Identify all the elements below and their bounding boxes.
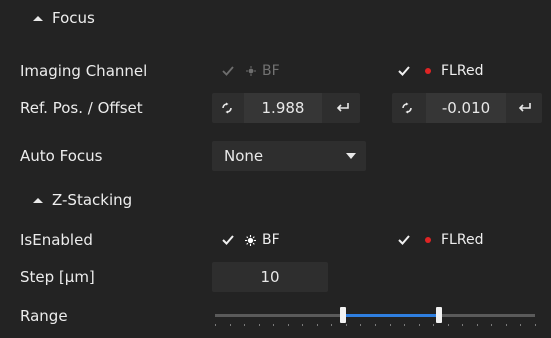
auto-focus-selected: None	[224, 147, 264, 165]
slider-tick	[418, 324, 420, 326]
flred-channel-label: FLRed	[441, 63, 484, 79]
slider-tick	[229, 324, 231, 326]
focus-section-title: Focus	[52, 9, 95, 27]
zstack-section-header[interactable]: Z-Stacking	[0, 182, 551, 218]
ref-pos-label: Ref. Pos. / Offset	[20, 99, 143, 117]
flred-channel-icon	[425, 68, 431, 74]
slider-tick	[287, 324, 289, 326]
bf-channel-icon	[245, 235, 256, 246]
caret-up-icon	[33, 197, 43, 203]
bf-channel-label: BF	[262, 63, 280, 79]
ref-apply-button[interactable]	[330, 93, 356, 123]
slider-tick	[273, 324, 275, 326]
slider-tick	[258, 324, 260, 326]
slider-tick	[491, 324, 493, 326]
ref-pos-row: Ref. Pos. / Offset 1.988 -0.010	[0, 89, 551, 127]
offset-sync-button[interactable]	[394, 93, 420, 123]
zstack-flred-checkbox[interactable]	[397, 233, 411, 247]
slider-tick	[433, 324, 435, 326]
range-row: Range	[0, 297, 551, 335]
return-icon	[336, 103, 349, 112]
range-slider-fill	[343, 314, 439, 317]
flred-channel-icon	[425, 237, 431, 243]
zstack-section-title: Z-Stacking	[52, 191, 133, 209]
slider-tick	[215, 324, 216, 326]
chevron-down-icon	[346, 153, 356, 159]
ref-pos-input[interactable]: 1.988	[244, 93, 322, 123]
offset-field-group: -0.010	[392, 93, 542, 123]
auto-focus-dropdown[interactable]: None	[212, 141, 366, 171]
flred-checkbox[interactable]	[397, 64, 411, 78]
slider-tick	[316, 324, 318, 326]
focus-section-header[interactable]: Focus	[0, 0, 551, 36]
step-row: Step [µm] 10	[0, 258, 551, 296]
auto-focus-row: Auto Focus None	[0, 137, 551, 175]
slider-tick	[302, 324, 304, 326]
range-label: Range	[20, 307, 68, 325]
slider-tick	[389, 324, 391, 326]
imaging-channel-row: Imaging Channel BF FLRed	[0, 52, 551, 90]
imaging-channel-label: Imaging Channel	[20, 62, 148, 80]
slider-tick	[476, 324, 478, 326]
slider-tick	[404, 324, 406, 326]
slider-tick	[505, 324, 507, 326]
offset-input[interactable]: -0.010	[426, 93, 506, 123]
slider-tick	[447, 324, 449, 326]
zstack-bf-checkbox[interactable]	[221, 233, 235, 247]
slider-tick	[375, 324, 376, 326]
bf-channel-icon	[246, 66, 256, 76]
is-enabled-label: IsEnabled	[20, 231, 93, 249]
slider-tick	[345, 324, 347, 326]
range-high-thumb[interactable]	[436, 307, 442, 323]
step-label: Step [µm]	[20, 268, 95, 286]
refresh-icon	[222, 102, 232, 114]
auto-focus-label: Auto Focus	[20, 147, 103, 165]
slider-tick	[331, 324, 333, 326]
return-icon	[518, 103, 531, 112]
zstack-flred-label: FLRed	[441, 232, 484, 248]
caret-up-icon	[33, 15, 43, 21]
offset-apply-button[interactable]	[512, 93, 538, 123]
is-enabled-row: IsEnabled BF FLRed	[0, 221, 551, 259]
refresh-icon	[402, 102, 412, 114]
step-input[interactable]: 10	[212, 262, 328, 292]
slider-tick	[535, 324, 536, 326]
ref-sync-button[interactable]	[214, 93, 240, 123]
range-slider[interactable]	[215, 297, 536, 335]
ref-pos-field-group: 1.988	[212, 93, 360, 123]
slider-tick	[244, 324, 246, 326]
slider-tick	[520, 324, 522, 326]
range-low-thumb[interactable]	[340, 307, 346, 323]
slider-tick	[360, 324, 362, 326]
slider-tick	[462, 324, 464, 326]
zstack-bf-label: BF	[262, 232, 280, 248]
bf-checkbox-disabled	[222, 66, 234, 76]
